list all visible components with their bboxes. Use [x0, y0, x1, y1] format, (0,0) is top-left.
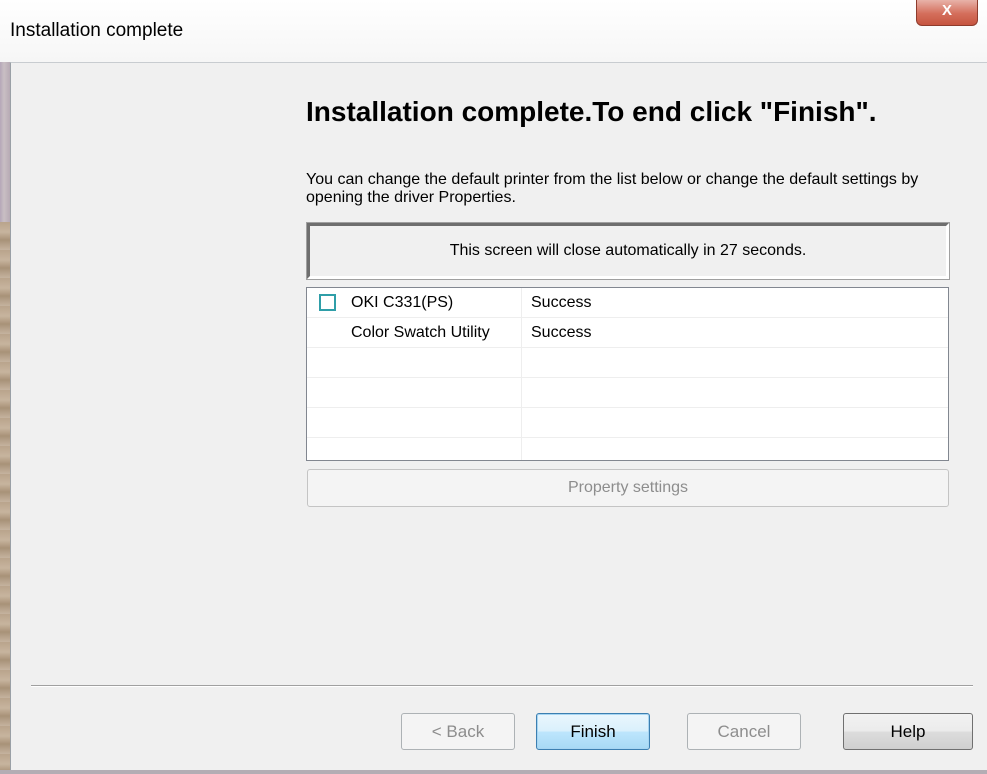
cancel-button[interactable]: Cancel: [687, 713, 801, 750]
page-title: Installation complete.To end click "Fini…: [306, 96, 877, 127]
installed-items-list[interactable]: OKI C331(PS) Success Color Swatch Utilit…: [306, 287, 949, 461]
back-button[interactable]: < Back: [401, 713, 515, 750]
description-text: You can change the default printer from …: [306, 171, 919, 206]
list-row-color-swatch[interactable]: Color Swatch Utility Success: [307, 318, 948, 348]
item-status: Success: [531, 294, 592, 311]
property-settings-button[interactable]: Property settings: [307, 469, 949, 507]
countdown-message: This screen will close automatically in …: [307, 223, 949, 279]
window-title: Installation complete: [10, 20, 184, 41]
list-row-oki-c331[interactable]: OKI C331(PS) Success: [307, 288, 948, 318]
dialog-client-area: Installation complete.To end click "Fini…: [10, 62, 987, 770]
close-icon: X: [941, 2, 952, 19]
footer-separator: [31, 685, 973, 687]
item-name: OKI C331(PS): [351, 294, 454, 311]
item-name: Color Swatch Utility: [351, 324, 490, 341]
finish-button[interactable]: Finish: [536, 713, 650, 750]
window-bottom-frame: [0, 770, 987, 774]
close-button[interactable]: X: [916, 0, 978, 26]
list-row-empty: [307, 378, 948, 408]
item-status: Success: [531, 324, 592, 341]
window-left-frame: [0, 62, 10, 774]
title-bar[interactable]: Installation complete X: [0, 0, 987, 62]
list-row-empty: [307, 348, 948, 378]
list-row-empty: [307, 408, 948, 438]
default-printer-checkbox[interactable]: [319, 294, 336, 311]
help-button[interactable]: Help: [843, 713, 973, 750]
installer-window: Installation complete X Installation com…: [0, 0, 987, 774]
